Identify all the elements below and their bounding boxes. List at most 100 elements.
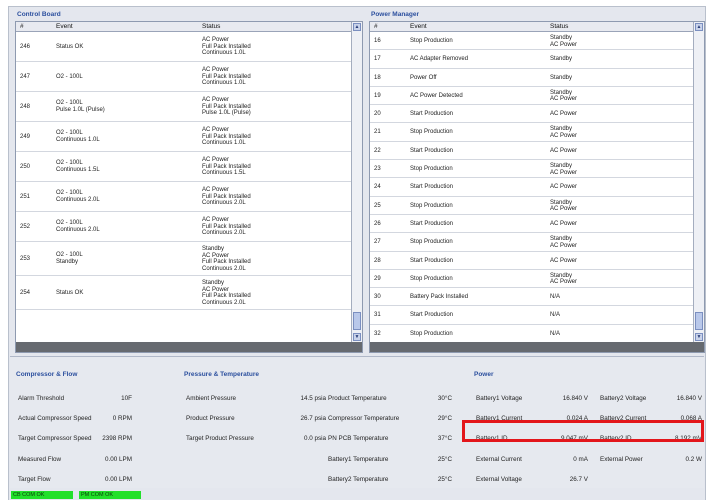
measured-flow-value: 0.00 LPM	[105, 456, 132, 463]
row-number: 18	[374, 74, 381, 81]
table-row[interactable]: 26 Start Production AC Power	[370, 215, 693, 234]
alarm-threshold-value: 10F	[121, 395, 132, 402]
row-number: 253	[20, 256, 31, 262]
row-event: Standby	[56, 258, 79, 265]
row-number: 17	[374, 56, 381, 63]
column-header-status[interactable]: Status	[550, 23, 568, 30]
control-board-horizontal-scrollbar[interactable]	[16, 342, 362, 352]
control-board-grid[interactable]: # Event Status 246 Status OK AC Power Full …	[15, 21, 363, 353]
table-row[interactable]: 29 Stop Production Standby AC Power	[370, 270, 693, 289]
compressor-temperature-value: 29°C	[437, 415, 452, 422]
row-event: AC Power Detected	[410, 92, 463, 99]
row-status: Full Pack Installed	[202, 259, 251, 266]
target-product-pressure-label: Target Product Pressure	[186, 435, 254, 442]
power-manager-horizontal-scrollbar[interactable]	[370, 342, 704, 352]
product-pressure-value: 26.7 psia	[300, 415, 326, 422]
row-event: Pulse 1.0L (Pulse)	[56, 106, 105, 113]
row-event: Stop Production	[410, 38, 453, 44]
row-number: 23	[374, 166, 381, 173]
power-manager-rows: 16 Stop Production Standby AC Power 17 AC Ada…	[370, 32, 693, 342]
product-temperature-label: Product Temperature	[328, 395, 387, 402]
table-row[interactable]: 23 Stop Production Standby AC Power	[370, 160, 693, 179]
column-header-status[interactable]: Status	[202, 23, 220, 30]
control-board-header: # Event Status	[16, 22, 351, 32]
row-status: Full Pack Installed	[202, 103, 251, 110]
row-number: 29	[374, 275, 381, 282]
row-status: Standby	[550, 272, 573, 279]
row-status: Standby	[550, 126, 573, 133]
row-number: 252	[20, 224, 31, 230]
external-current-value: 0 mA	[573, 456, 588, 463]
table-row[interactable]: 252 O2 - 100L Continuous 2.0L AC Power Full …	[16, 212, 351, 242]
table-row[interactable]: 17 AC Adapter Removed Standby	[370, 50, 693, 69]
row-number: 16	[374, 38, 381, 44]
row-status: N/A	[550, 294, 561, 301]
row-status: AC Power	[550, 133, 578, 140]
row-status: Standby	[550, 74, 573, 81]
table-row[interactable]: 20 Start Production AC Power	[370, 105, 693, 124]
table-row[interactable]: 248 O2 - 100L Pulse 1.0L (Pulse) AC Power Fu…	[16, 92, 351, 122]
table-row[interactable]: 25 Stop Production Standby AC Power	[370, 197, 693, 215]
control-board-vertical-scrollbar[interactable]: ▲ ▼	[351, 22, 362, 342]
column-header-number[interactable]: #	[20, 23, 24, 30]
row-number: 251	[20, 194, 31, 200]
control-board-rows: 246 Status OK AC Power Full Pack Installed C…	[16, 32, 351, 342]
cb-com-status-indicator: CB COM OK	[11, 491, 73, 499]
row-number: 25	[374, 202, 381, 209]
row-number: 254	[20, 290, 31, 296]
scroll-down-arrow-icon[interactable]: ▼	[695, 333, 703, 341]
row-event: Continuous 1.5L	[56, 166, 100, 173]
table-row[interactable]: 254 Status OK Standby AC Power Full Pack Ins…	[16, 276, 351, 310]
row-event: Stop Production	[410, 129, 453, 136]
row-event: Stop Production	[410, 202, 453, 209]
scroll-thumb[interactable]	[695, 312, 703, 330]
scroll-down-arrow-icon[interactable]: ▼	[353, 333, 361, 341]
table-row[interactable]: 28 Start Production AC Power	[370, 252, 693, 270]
row-status: AC Power	[550, 41, 578, 48]
row-status: Continuous 2.0L	[202, 200, 246, 207]
table-row[interactable]: 31 Start Production N/A	[370, 306, 693, 325]
column-header-number[interactable]: #	[374, 23, 378, 30]
row-event: Power Off	[410, 74, 437, 81]
table-row[interactable]: 247 O2 - 100L AC Power Full Pack Installed C…	[16, 62, 351, 92]
table-row[interactable]: 24 Start Production AC Power	[370, 178, 693, 197]
table-row[interactable]: 249 O2 - 100L Continuous 1.0L AC Power Full …	[16, 122, 351, 152]
row-event: O2 - 100L	[56, 190, 83, 196]
row-event: O2 - 100L	[56, 160, 83, 166]
row-number: 31	[374, 312, 381, 319]
table-row[interactable]: 32 Stop Production N/A	[370, 325, 693, 342]
column-header-event[interactable]: Event	[410, 23, 427, 30]
row-status: Full Pack Installed	[202, 223, 251, 230]
power-manager-grid[interactable]: # Event Status 16 Stop Production Standby A…	[369, 21, 705, 353]
row-status: Standby	[550, 236, 573, 243]
power-manager-title: Power Manager	[371, 11, 420, 18]
application-window: Control Board # Event Status 246 Status O…	[8, 6, 706, 500]
external-power-value: 0.2 W	[685, 456, 702, 463]
row-number: 21	[374, 129, 381, 136]
column-header-event[interactable]: Event	[56, 23, 73, 30]
actual-compressor-speed-value: 0 RPM	[112, 415, 132, 422]
scroll-thumb[interactable]	[353, 312, 361, 330]
table-row[interactable]: 250 O2 - 100L Continuous 1.5L AC Power Full …	[16, 152, 351, 182]
row-status: AC Power	[202, 252, 230, 259]
table-row[interactable]: 27 Stop Production Standby AC Power	[370, 233, 693, 252]
row-status: Continuous 1.0L	[202, 50, 246, 57]
table-row[interactable]: 30 Battery Pack Installed N/A	[370, 288, 693, 307]
table-row[interactable]: 22 Start Production AC Power	[370, 142, 693, 161]
row-status: Standby	[550, 199, 573, 206]
table-row[interactable]: 19 AC Power Detected Standby AC Power	[370, 87, 693, 106]
battery2-temperature-value: 25°C	[437, 476, 452, 483]
table-row[interactable]: 16 Stop Production Standby AC Power	[370, 32, 693, 51]
row-event: AC Adapter Removed	[410, 56, 469, 63]
table-row[interactable]: 246 Status OK AC Power Full Pack Installed C…	[16, 32, 351, 62]
power-manager-vertical-scrollbar[interactable]: ▲ ▼	[693, 22, 704, 342]
table-row[interactable]: 251 O2 - 100L Continuous 2.0L AC Power Full …	[16, 182, 351, 212]
scroll-up-arrow-icon[interactable]: ▲	[695, 23, 703, 31]
table-row[interactable]: 253 O2 - 100L Standby Standby AC Power Full P…	[16, 242, 351, 276]
scroll-up-arrow-icon[interactable]: ▲	[353, 23, 361, 31]
table-row[interactable]: 18 Power Off Standby	[370, 69, 693, 87]
table-row[interactable]: 21 Stop Production Standby AC Power	[370, 123, 693, 142]
row-status: Full Pack Installed	[202, 73, 251, 80]
row-event: Battery Pack Installed	[410, 294, 469, 301]
row-status: AC Power	[202, 37, 230, 43]
